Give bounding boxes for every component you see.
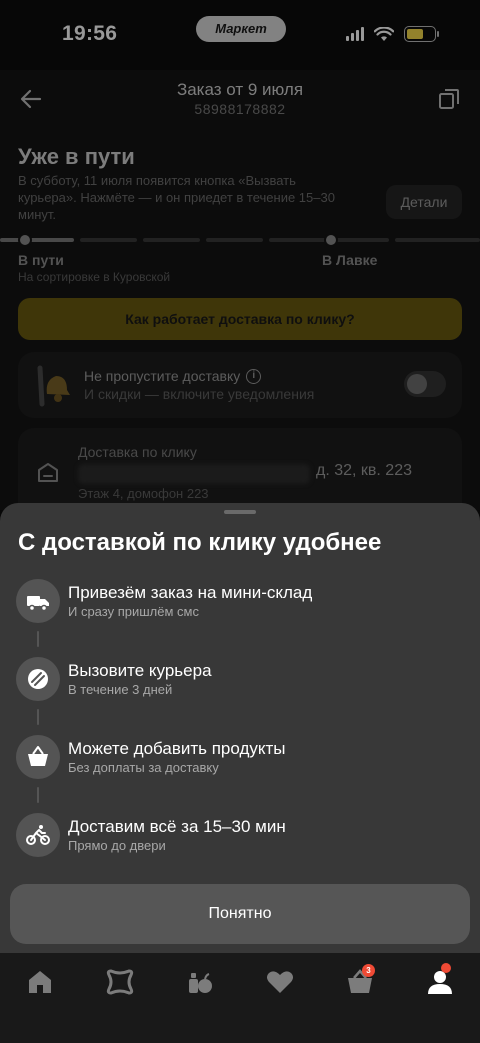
warehouse-icon (38, 463, 58, 482)
bottom-sheet: С доставкой по клику удобнее Привезём за… (0, 503, 480, 953)
step-current-sub: На сортировке в Куровской (18, 270, 171, 284)
notification-title: Не пропустите доставку (84, 368, 241, 384)
order-status-description: В субботу, 11 июля появится кнопка «Вызв… (18, 173, 335, 222)
progress-segment (269, 238, 326, 242)
order-content: Уже в пути В субботу, 11 июля появится к… (0, 130, 480, 528)
delivery-type-label: Доставка по клику (78, 444, 197, 460)
sheet-title: С доставкой по клику удобнее (18, 529, 382, 556)
feature-title: Вызовите курьера (68, 661, 212, 680)
notification-card[interactable]: Не пропустите доставку i И скидки — вклю… (18, 352, 462, 418)
step-current-label: В пути (18, 252, 64, 268)
understood-button[interactable]: Понятно (10, 884, 470, 944)
copy-icon[interactable] (438, 88, 460, 110)
courier-call-icon (16, 657, 60, 701)
floor-info: Этаж 4, домофон 223 (78, 486, 209, 501)
progress-dot-next (324, 233, 338, 247)
feature-title: Можете добавить продукты (68, 739, 286, 758)
progress-segment (206, 238, 263, 242)
feature-subtitle: И сразу пришлём смс (68, 604, 199, 619)
truck-icon (16, 579, 60, 623)
order-status-title: Уже в пути (18, 144, 135, 169)
feature-title: Доставим всё за 15–30 мин (68, 817, 286, 836)
progress-segment (80, 238, 137, 242)
notification-title-row: Не пропустите доставку i (84, 368, 262, 384)
address-visible-part: д. 32, кв. 223 (316, 462, 412, 479)
favorites-icon[interactable] (265, 967, 295, 997)
progress-segment (395, 238, 480, 242)
progress-dot-current (18, 233, 32, 247)
home-icon[interactable] (25, 967, 55, 997)
info-icon[interactable]: i (246, 368, 262, 384)
header: Заказ от 9 июля 58988178882 (0, 70, 480, 130)
feature-subtitle: В течение 3 дней (68, 682, 173, 697)
delivery-progress (0, 233, 480, 247)
step-next-label: В Лавке (322, 252, 378, 268)
feature-item: Можете добавить продукты Без доплаты за … (16, 735, 456, 785)
progress-segment (0, 238, 74, 242)
how-delivery-works-button[interactable]: Как работает доставка по клику? (18, 298, 462, 340)
progress-segment (143, 238, 200, 242)
bell-icon (37, 365, 70, 407)
profile-icon[interactable] (425, 967, 455, 997)
feature-subtitle: Без доплаты за доставку (68, 760, 219, 775)
cyclist-icon (16, 813, 60, 857)
toggle-knob (407, 374, 427, 394)
feature-subtitle: Прямо до двери (68, 838, 166, 853)
notification-subtitle: И скидки — включите уведомления (84, 386, 315, 402)
grocery-icon[interactable] (185, 967, 215, 997)
progress-segment (332, 238, 389, 242)
feature-item: Доставим всё за 15–30 мин Прямо до двери (16, 813, 456, 863)
details-button[interactable]: Детали (386, 185, 462, 219)
profile-notification-dot (441, 963, 451, 973)
tab-bar: 3 (0, 953, 480, 1043)
sheet-handle[interactable] (224, 510, 256, 514)
feature-connector (37, 709, 39, 725)
catalog-icon[interactable] (105, 967, 135, 997)
feature-connector (37, 787, 39, 803)
order-number: 58988178882 (194, 101, 286, 117)
address-redacted (78, 464, 310, 484)
cart-badge: 3 (362, 964, 375, 977)
feature-title: Привезём заказ на мини-склад (68, 583, 313, 602)
feature-item: Привезём заказ на мини-склад И сразу при… (16, 579, 456, 629)
order-title: Заказ от 9 июля (176, 80, 304, 99)
notifications-toggle[interactable] (404, 371, 446, 397)
feature-connector (37, 631, 39, 647)
feature-item: Вызовите курьера В течение 3 дней (16, 657, 456, 707)
basket-icon (16, 735, 60, 779)
